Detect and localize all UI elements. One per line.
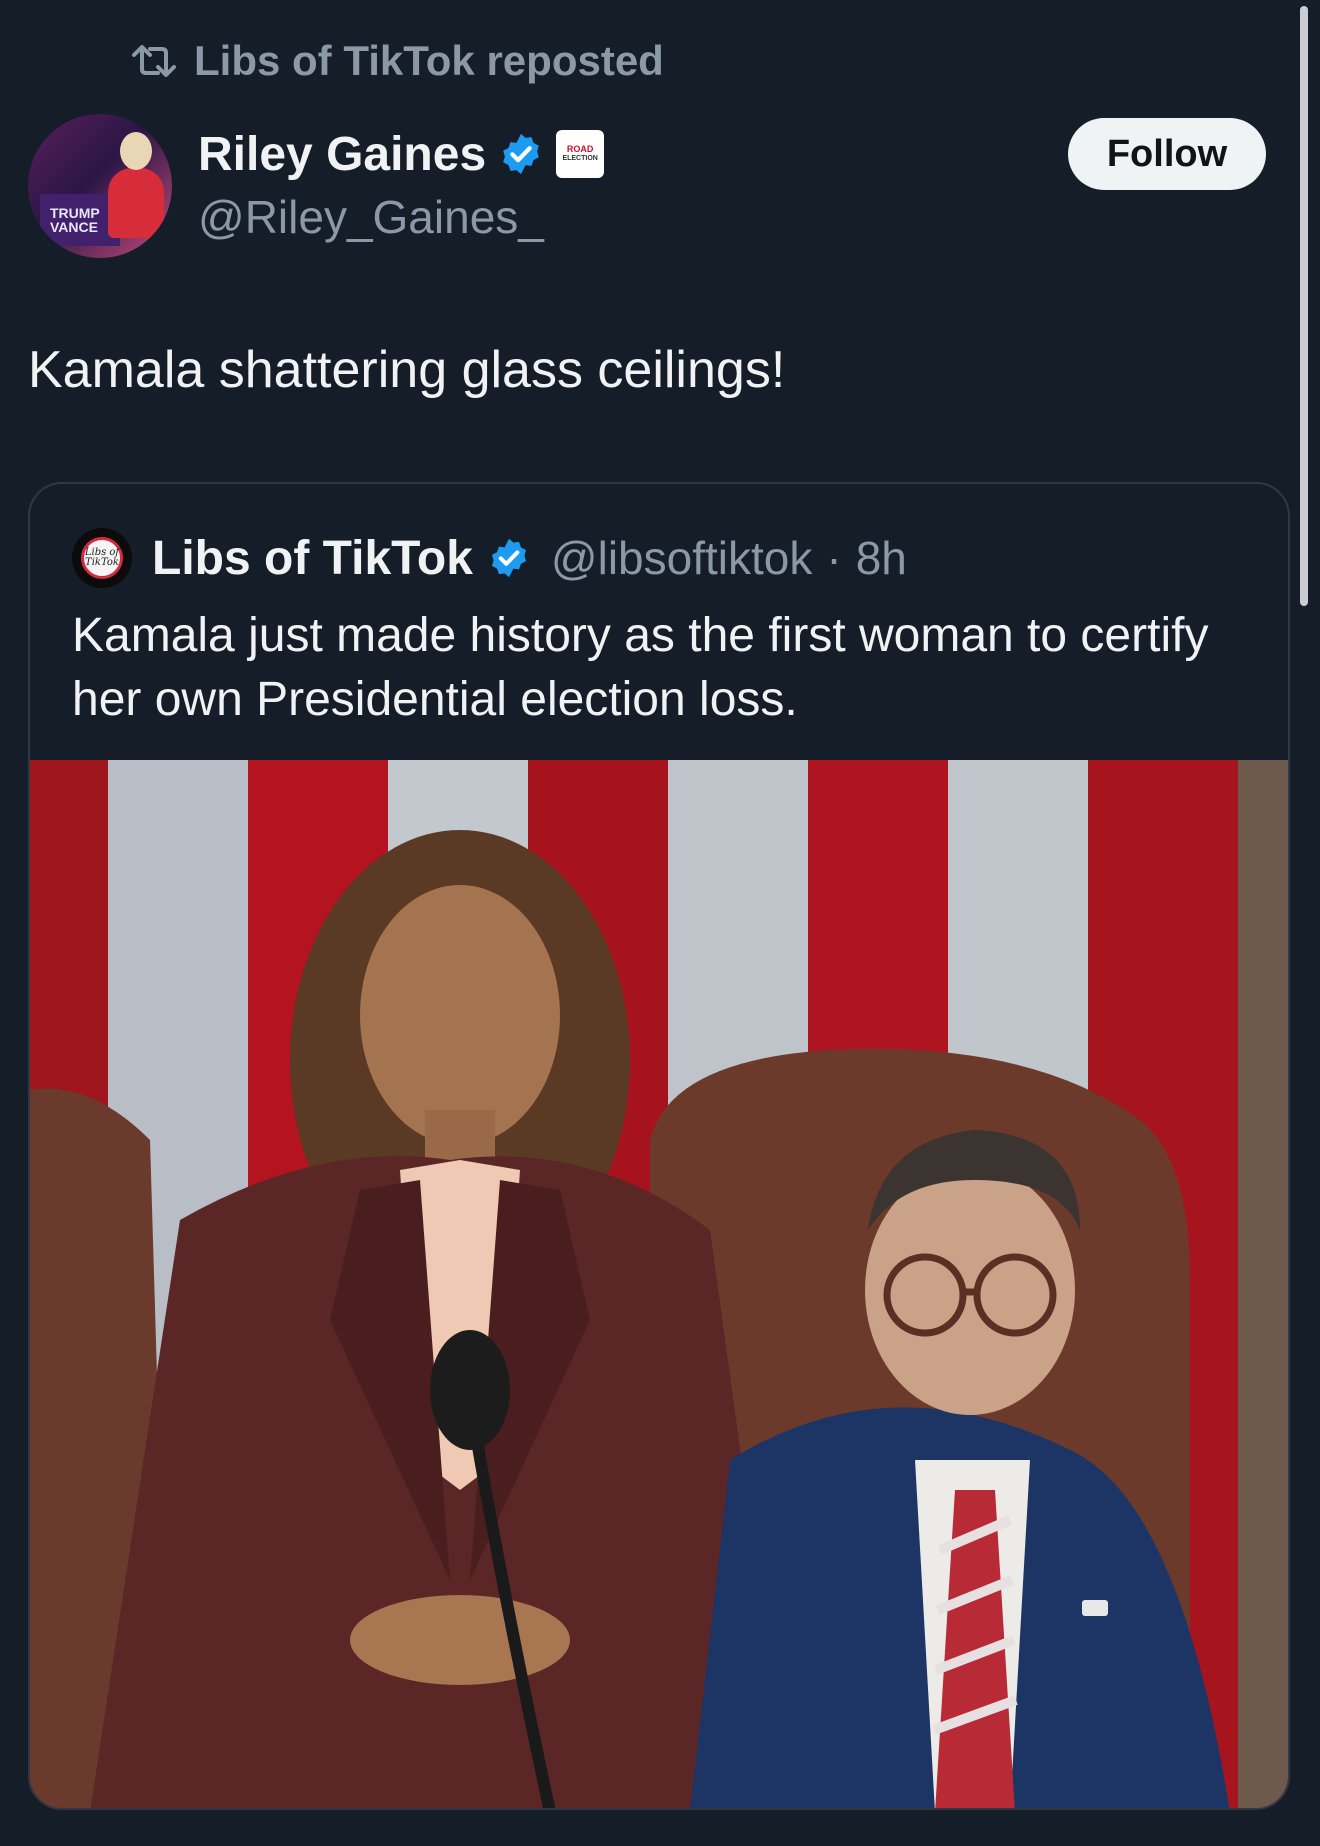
quoted-post[interactable]: Libs of TikTok Libs of TikTok @libsoftik…	[28, 482, 1290, 1810]
avatar-person-body	[108, 168, 164, 238]
quoted-author-handle[interactable]: @libsoftiktok	[551, 531, 812, 585]
repost-label: Libs of TikTok reposted	[194, 37, 664, 84]
badge-line1: ROAD	[566, 144, 594, 154]
woman-face	[360, 885, 560, 1145]
quoted-author-name[interactable]: Libs of TikTok	[152, 531, 473, 586]
repost-icon	[132, 45, 176, 77]
quoted-separator: ·	[826, 532, 842, 584]
woman-hands	[350, 1595, 570, 1685]
scrollbar[interactable]	[1300, 6, 1308, 606]
microphone-head	[430, 1330, 510, 1450]
wall-panel	[1238, 760, 1288, 1808]
author-handle[interactable]: @Riley_Gaines_	[198, 190, 544, 244]
man-flag-pin	[1082, 1600, 1108, 1616]
verified-badge-icon[interactable]	[498, 131, 544, 177]
author-name-row: Riley Gaines ROAD ELECTION	[198, 124, 605, 184]
avatar-person-head	[120, 132, 152, 170]
affiliate-badge-icon[interactable]: ROAD ELECTION	[556, 130, 605, 178]
badge-line2: ELECTION	[562, 155, 598, 162]
quoted-text: Kamala just made history as the first wo…	[72, 609, 1209, 726]
post-text: Kamala shattering glass ceilings!	[28, 341, 786, 399]
quoted-timestamp[interactable]: 8h	[856, 531, 907, 585]
photo-illustration	[30, 760, 1288, 1808]
avatar-sign-text: TRUMP VANCE	[50, 205, 100, 235]
quoted-avatar[interactable]: Libs of TikTok	[72, 528, 132, 588]
quoted-header: Libs of TikTok Libs of TikTok @libsoftik…	[72, 528, 907, 588]
quoted-verified-badge-icon[interactable]	[487, 536, 531, 580]
quoted-avatar-logo: Libs of TikTok	[81, 537, 123, 579]
author-avatar[interactable]: TRUMP VANCE	[28, 114, 172, 258]
quoted-photo[interactable]	[30, 760, 1288, 1808]
quoted-avatar-line2: TikTok	[85, 557, 119, 568]
author-name[interactable]: Riley Gaines	[198, 127, 486, 182]
follow-button[interactable]: Follow	[1068, 118, 1266, 190]
repost-header[interactable]: Libs of TikTok reposted	[130, 36, 664, 86]
